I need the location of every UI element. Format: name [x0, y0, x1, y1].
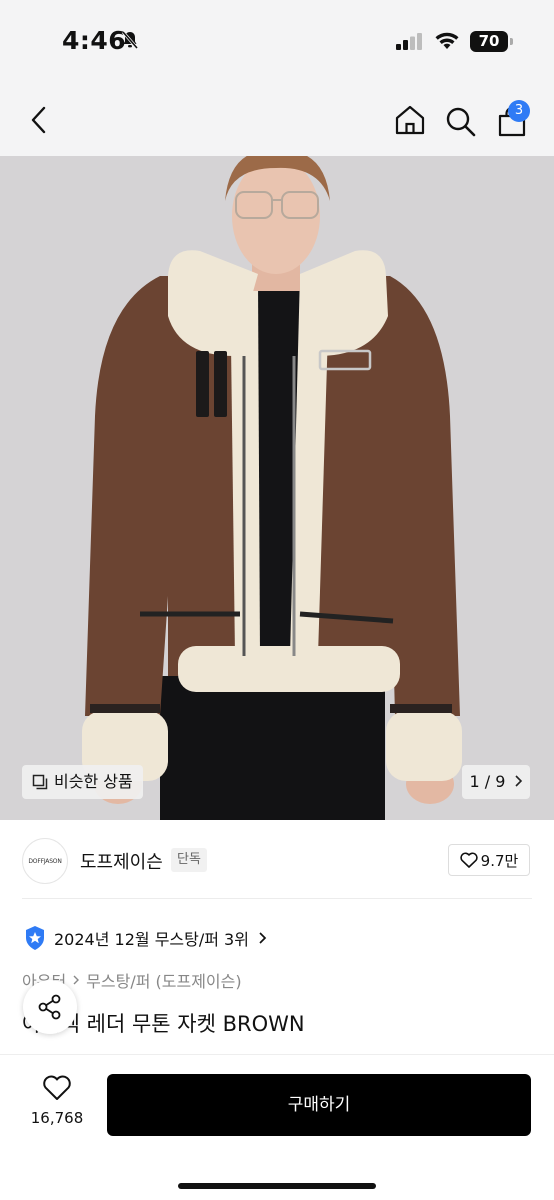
- chevron-right-icon: [259, 932, 267, 944]
- brand-like-button[interactable]: 9.7만: [448, 844, 530, 876]
- product-like-count: 16,768: [30, 1109, 84, 1127]
- home-icon[interactable]: [394, 104, 426, 136]
- chevron-right-icon: [73, 975, 80, 985]
- brand-name[interactable]: 도프제이슨: [80, 848, 163, 874]
- battery-indicator: 70: [470, 31, 513, 52]
- image-pager-label: 1 / 9: [469, 772, 506, 791]
- status-bar: 4:46 70: [0, 0, 554, 82]
- share-icon: [38, 994, 61, 1020]
- similar-products-button[interactable]: 비슷한 상품: [22, 765, 143, 799]
- ranking-badge-icon: [26, 926, 44, 950]
- wifi-icon: [435, 32, 459, 49]
- back-chevron-icon[interactable]: [28, 106, 50, 134]
- share-button[interactable]: [23, 980, 77, 1034]
- top-nav: [0, 82, 554, 156]
- product-photo: [0, 156, 554, 820]
- brand-like-count: 9.7만: [480, 851, 519, 870]
- status-time: 4:46: [62, 26, 127, 55]
- product-like-button[interactable]: 16,768: [22, 1075, 92, 1127]
- heart-icon: [460, 852, 478, 868]
- brand-row: DOFFJASON 도프제이슨 단독 9.7만: [0, 832, 554, 900]
- similar-products-label: 비슷한 상품: [54, 772, 133, 791]
- silent-bell-icon: [121, 31, 139, 49]
- signal-icon: [396, 33, 422, 50]
- heart-icon: [43, 1075, 71, 1100]
- product-image[interactable]: [0, 156, 554, 820]
- divider: [22, 898, 532, 899]
- image-pager[interactable]: 1 / 9: [462, 765, 530, 799]
- chevron-right-icon: [514, 775, 522, 787]
- cart-count-badge: 3: [508, 100, 530, 122]
- brand-logo[interactable]: DOFFJASON: [22, 838, 68, 884]
- home-indicator: [178, 1183, 376, 1189]
- exclusive-tag: 단독: [171, 848, 207, 872]
- ranking-text: 2024년 12월 무스탕/퍼 3위: [54, 930, 249, 949]
- ranking-link[interactable]: 2024년 12월 무스탕/퍼 3위: [24, 924, 267, 952]
- similar-products-icon: [32, 774, 48, 790]
- buy-button[interactable]: 구매하기: [107, 1074, 531, 1136]
- search-icon[interactable]: [445, 106, 477, 138]
- bottom-action-bar: 16,768 구매하기: [0, 1054, 554, 1200]
- breadcrumb-subcategory[interactable]: 무스탕/퍼 (도프제이슨): [86, 968, 241, 992]
